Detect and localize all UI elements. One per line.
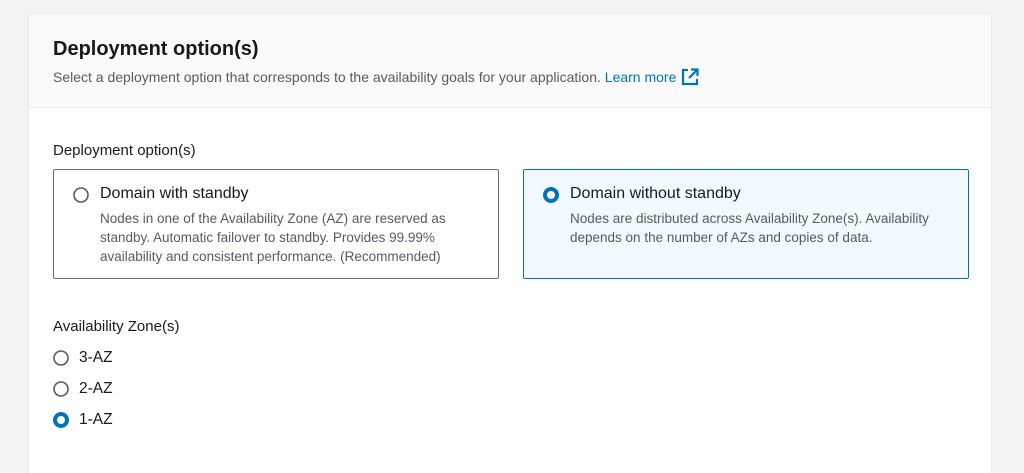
- panel-description-text: Select a deployment option that correspo…: [53, 69, 601, 85]
- radio-unselected-icon[interactable]: [53, 381, 69, 397]
- panel-description: Select a deployment option that correspo…: [53, 67, 699, 87]
- az-option-label: 3-AZ: [79, 349, 113, 366]
- radio-unselected-icon[interactable]: [53, 350, 69, 366]
- panel-header: Deployment option(s) Select a deployment…: [29, 14, 991, 108]
- tile-title: Domain without standby: [570, 185, 741, 202]
- tile-description: Nodes in one of the Availability Zone (A…: [100, 211, 446, 264]
- external-link-icon: [682, 68, 699, 86]
- panel-title: Deployment option(s): [53, 38, 259, 60]
- availability-zones-label: Availability Zone(s): [53, 318, 180, 335]
- az-option-1az[interactable]: 1-AZ: [53, 409, 113, 431]
- deployment-options-label: Deployment option(s): [53, 142, 196, 159]
- az-option-label: 1-AZ: [79, 411, 113, 428]
- az-option-3az[interactable]: 3-AZ: [53, 347, 113, 369]
- tile-domain-without-standby[interactable]: Domain without standby Nodes are distrib…: [523, 169, 969, 279]
- radio-selected-icon[interactable]: [53, 412, 69, 428]
- tile-title: Domain with standby: [100, 185, 249, 202]
- az-option-label: 2-AZ: [79, 380, 113, 397]
- deployment-options-panel: Deployment option(s) Select a deployment…: [28, 13, 992, 473]
- learn-more-link[interactable]: Learn more: [604, 68, 700, 86]
- tile-domain-with-standby[interactable]: Domain with standby Nodes in one of the …: [53, 169, 499, 279]
- radio-unselected-icon[interactable]: [73, 187, 89, 203]
- radio-selected-icon[interactable]: [543, 187, 559, 203]
- az-option-2az[interactable]: 2-AZ: [53, 378, 113, 400]
- tile-description: Nodes are distributed across Availabilit…: [570, 211, 929, 245]
- learn-more-label: Learn more: [604, 69, 677, 85]
